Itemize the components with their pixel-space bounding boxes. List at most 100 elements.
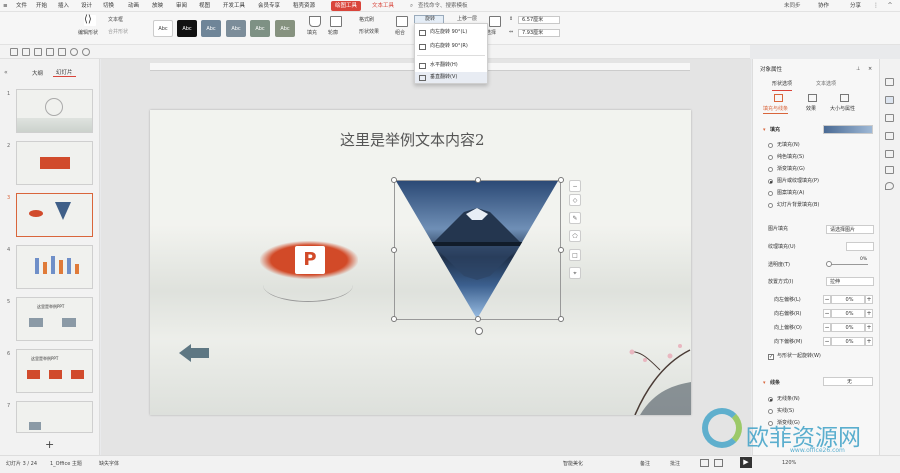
radio-no-line[interactable] — [768, 397, 773, 402]
radio-solid-fill[interactable] — [768, 155, 773, 160]
help-icon[interactable] — [885, 150, 894, 158]
width-input[interactable]: 7.93厘米 — [518, 29, 560, 37]
menu-developer[interactable]: 开发工具 — [223, 1, 245, 11]
offset-up-plus[interactable]: + — [865, 323, 873, 332]
tab-outline[interactable]: 大纲 — [32, 69, 43, 77]
edit-shape-button[interactable]: 编辑形状 — [78, 30, 98, 37]
section-fill-toggle[interactable]: ▾ — [763, 127, 766, 134]
properties-icon[interactable] — [885, 78, 894, 86]
float-layers-icon[interactable]: ◇ — [569, 194, 581, 206]
subtab-size[interactable]: 大小与属性 — [830, 106, 855, 113]
more-icon[interactable]: ⋮ — [870, 1, 882, 11]
shape-effects-button[interactable]: 形状效果 — [359, 29, 379, 36]
float-pen-icon[interactable]: ✎ — [569, 212, 581, 224]
resize-handle-br[interactable] — [558, 316, 564, 322]
sorter-view-icon[interactable] — [714, 459, 723, 467]
transparency-value[interactable]: 0% — [860, 256, 867, 263]
shape-style-4[interactable]: Abc — [226, 20, 246, 37]
slide-thumbnail-6[interactable]: 这里是举例PPT — [16, 349, 93, 393]
rotate-with-shape-checkbox[interactable]: ✓ — [768, 354, 774, 360]
menu-animation[interactable]: 动画 — [128, 1, 139, 11]
merge-shapes-button[interactable]: 合并形状 — [108, 29, 128, 36]
menu-docer[interactable]: 稻壳资源 — [293, 1, 315, 11]
resize-handle-l[interactable] — [391, 247, 397, 253]
offset-down-plus[interactable]: + — [865, 337, 873, 346]
line-dropdown[interactable]: 无 — [823, 377, 873, 386]
pin-icon[interactable]: ⊥ — [856, 66, 860, 73]
menu-review[interactable]: 审阅 — [176, 1, 187, 11]
resize-handle-bl[interactable] — [391, 316, 397, 322]
float-crop-icon[interactable]: □ — [569, 249, 581, 261]
fill-button[interactable]: 填充 — [307, 30, 317, 37]
offset-left-minus[interactable]: − — [823, 295, 831, 304]
offset-right-input[interactable]: 0% — [831, 309, 865, 318]
radio-pattern-fill[interactable] — [768, 191, 773, 196]
normal-view-icon[interactable] — [700, 459, 709, 467]
transparency-slider[interactable] — [828, 264, 868, 265]
tab-text-options[interactable]: 文本选项 — [816, 81, 836, 88]
size-props-icon[interactable] — [840, 94, 849, 102]
format-icon[interactable] — [58, 48, 66, 56]
slide-thumbnail-1[interactable] — [16, 89, 93, 133]
section-line-toggle[interactable]: ▾ — [763, 380, 766, 387]
texture-dropdown[interactable] — [846, 242, 874, 251]
subtab-effects[interactable]: 效果 — [806, 106, 816, 113]
slide-thumbnail-3[interactable] — [16, 193, 93, 237]
play-slideshow-icon[interactable]: ▶ — [740, 457, 752, 468]
resize-handle-tl[interactable] — [391, 177, 397, 183]
comments-button[interactable]: 批注 — [670, 460, 680, 467]
sync-status[interactable]: 未同步 — [784, 1, 801, 11]
offset-left-input[interactable]: 0% — [831, 295, 865, 304]
transparency-slider-thumb[interactable] — [826, 261, 832, 267]
resize-handle-t[interactable] — [475, 177, 481, 183]
radio-background-fill[interactable] — [768, 203, 773, 208]
pen-icon[interactable] — [885, 132, 894, 140]
slide-thumbnail-7[interactable] — [16, 401, 93, 433]
close-icon[interactable]: × — [868, 66, 872, 73]
offset-down-minus[interactable]: − — [823, 337, 831, 346]
slide[interactable]: 这里是举例文本内容2 P — [150, 110, 691, 415]
menu-transitions[interactable]: 切换 — [103, 1, 114, 11]
radio-no-fill[interactable] — [768, 143, 773, 148]
group-button[interactable]: 组合 — [395, 30, 405, 37]
resize-handle-b[interactable] — [475, 316, 481, 322]
add-slide-button[interactable]: + — [45, 438, 54, 451]
menu-insert[interactable]: 插入 — [58, 1, 69, 11]
resize-handle-r[interactable] — [558, 247, 564, 253]
outline-icon[interactable] — [330, 16, 342, 27]
effects-icon[interactable] — [808, 94, 817, 102]
resize-handle-tr[interactable] — [558, 177, 564, 183]
missing-font-button[interactable]: 缺失字体 — [99, 460, 119, 467]
save-icon[interactable] — [10, 48, 18, 56]
collapse-panel-icon[interactable]: « — [4, 69, 8, 76]
animation-icon[interactable] — [885, 114, 894, 122]
subtab-fill-line[interactable]: 填充与线条 — [763, 106, 789, 114]
rotate-button[interactable]: 旋转 — [425, 16, 435, 23]
flip-vertical[interactable]: 垂直翻转(V) — [415, 72, 487, 83]
arrow-left-shape[interactable] — [179, 344, 191, 362]
shape-style-5[interactable]: Abc — [250, 20, 270, 37]
export-icon[interactable] — [22, 48, 30, 56]
hamburger-icon[interactable]: ≡ — [3, 1, 8, 11]
print-icon[interactable] — [34, 48, 42, 56]
menu-view[interactable]: 视图 — [199, 1, 210, 11]
textbox-button[interactable]: 文本框 — [108, 17, 123, 24]
shape-style-6[interactable]: Abc — [275, 20, 295, 37]
fill-preview[interactable] — [823, 125, 873, 134]
share-button[interactable]: 分享 — [850, 1, 861, 11]
radio-solid-line[interactable] — [768, 409, 773, 414]
menu-text-tools[interactable]: 文本工具 — [372, 1, 394, 11]
smart-beautify-button[interactable]: 智能美化 — [563, 460, 583, 467]
flip-horizontal[interactable]: 水平翻转(H) — [415, 60, 487, 71]
shape-style-3[interactable]: Abc — [201, 20, 221, 37]
menu-drawing-tools[interactable]: 绘图工具 — [331, 1, 362, 11]
slide-title[interactable]: 这里是举例文本内容2 — [340, 129, 485, 150]
notes-button[interactable]: 备注 — [640, 460, 650, 467]
fill-icon[interactable] — [309, 16, 321, 27]
search-command[interactable]: 查找命令、搜索模板 — [418, 1, 468, 11]
window-icon[interactable] — [885, 166, 894, 174]
select-icon[interactable] — [489, 16, 501, 27]
placement-dropdown[interactable]: 拉伸 — [826, 277, 874, 286]
rotate-left-90[interactable]: 向左旋转 90°(L) — [415, 27, 487, 38]
offset-left-plus[interactable]: + — [865, 295, 873, 304]
